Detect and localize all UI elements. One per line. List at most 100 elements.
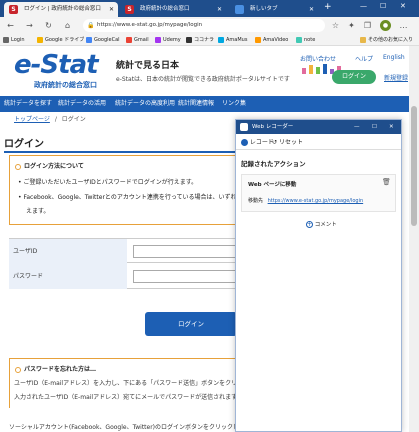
bookmarks-bar: Login Google ドライブ GoogleCal Gmail Udemy … xyxy=(0,34,419,46)
bookmark-note[interactable]: note xyxy=(296,35,315,45)
bookmark-login[interactable]: Login xyxy=(3,35,25,45)
close-tab-icon[interactable]: ✕ xyxy=(217,2,222,17)
trash-icon[interactable]: 🗑 xyxy=(382,178,391,186)
english-link[interactable]: English xyxy=(383,54,405,61)
tab-estat[interactable]: S 政府統計の総合窓口 ✕ xyxy=(120,2,226,17)
header-login-button[interactable]: ログイン xyxy=(332,70,376,84)
more-menu-icon[interactable]: … xyxy=(398,20,409,31)
recorded-action-card[interactable]: Web ページに移動 🗑 移動先 https://www.e-stat.go.j… xyxy=(241,174,396,212)
video-icon xyxy=(255,37,261,43)
bookmark-other-folder[interactable]: その他のお気に入り xyxy=(360,35,413,45)
tab-new[interactable]: 新しいタブ ✕ xyxy=(230,2,318,17)
forward-arrow-icon[interactable]: → xyxy=(24,20,35,31)
record-dot-icon xyxy=(241,139,248,146)
breadcrumb-separator: / xyxy=(54,116,57,123)
login-method-title: ログイン方法について xyxy=(15,161,84,170)
bookmark-gmail[interactable]: Gmail xyxy=(126,35,149,45)
title-underline xyxy=(4,151,236,153)
profile-avatar-icon[interactable]: ● xyxy=(380,20,391,31)
bookmark-coconala[interactable]: ココナラ xyxy=(186,35,214,45)
maximize-icon[interactable]: ☐ xyxy=(380,2,386,10)
site-header: e-Stat 政府統計の総合窓口 統計で見る日本 e-Statは、日本の統計が閲… xyxy=(0,46,419,96)
breadcrumb-home-link[interactable]: トップページ xyxy=(14,116,50,123)
bookmark-amavideo[interactable]: AmaVideo xyxy=(255,35,288,45)
minimize-icon[interactable]: — xyxy=(360,2,367,10)
estat-favicon-icon: S xyxy=(125,5,134,14)
userid-row: ユーザID xyxy=(9,238,243,264)
plus-circle-icon: + xyxy=(306,221,313,228)
circle-bullet-icon xyxy=(15,163,21,170)
collections-icon[interactable]: ❐ xyxy=(362,20,373,31)
login-submit-button[interactable]: ログイン xyxy=(145,312,237,336)
page-title: ログイン xyxy=(4,139,44,150)
reload-icon[interactable]: ↻ xyxy=(43,20,54,31)
breadcrumb: トップページ / ログイン xyxy=(14,114,86,123)
close-tab-icon[interactable]: ✕ xyxy=(109,2,114,17)
nav-item-search[interactable]: 統計データを探す xyxy=(4,96,52,112)
recorder-toolbar: レコード ↺ リセット xyxy=(236,134,401,150)
reset-button[interactable]: ↺ リセット xyxy=(272,137,303,146)
scrollbar-thumb[interactable] xyxy=(411,106,417,226)
calendar-icon xyxy=(86,37,92,43)
mail-icon xyxy=(126,37,132,43)
estat-logo[interactable]: e-Stat xyxy=(14,50,99,80)
recorder-minimize-icon[interactable]: — xyxy=(354,120,360,134)
tab-login[interactable]: S ログイン | 政府統計の総合窓口 ✕ xyxy=(4,2,118,17)
new-tab-favicon-icon xyxy=(235,5,244,14)
recorder-title: Web レコーダー xyxy=(252,124,294,130)
bookmark-udemy[interactable]: Udemy xyxy=(155,35,181,45)
window-close-icon[interactable]: ✕ xyxy=(400,2,406,10)
tab-label: ログイン | 政府統計の総合窓口 xyxy=(24,6,101,12)
music-icon xyxy=(218,37,224,43)
add-comment-button[interactable]: + コメント xyxy=(306,220,337,228)
page-icon xyxy=(3,37,9,43)
method-bullet-2-cont: えます。 xyxy=(26,208,50,215)
note-icon xyxy=(296,37,302,43)
recorder-app-icon xyxy=(240,123,248,131)
bookmark-google-drive[interactable]: Google ドライブ xyxy=(37,35,84,45)
home-icon[interactable]: ⌂ xyxy=(62,20,73,31)
extensions-icon[interactable]: ✦ xyxy=(346,20,357,31)
recorder-close-icon[interactable]: ✕ xyxy=(389,120,394,134)
estat-favicon-icon: S xyxy=(9,5,18,14)
recorder-titlebar: Web レコーダー — ☐ ✕ xyxy=(236,120,401,134)
page-scrollbar[interactable] xyxy=(409,46,419,432)
new-tab-plus-icon[interactable]: + xyxy=(324,2,332,12)
favorite-star-icon[interactable]: ☆ xyxy=(330,20,341,31)
nav-item-advanced[interactable]: 統計データの高度利用 xyxy=(115,96,175,112)
close-tab-icon[interactable]: ✕ xyxy=(309,2,314,17)
help-link[interactable]: ヘルプ xyxy=(355,54,373,63)
forgot-text-1: ユーザID（E-mailアドレス）を入力し、下にある「パスワード送信」ボタンをク… xyxy=(14,380,244,387)
folder-icon xyxy=(360,37,366,43)
nav-item-related[interactable]: 統計関連情報 xyxy=(178,96,214,112)
tab-label: 政府統計の総合窓口 xyxy=(140,6,190,12)
record-button[interactable]: レコード xyxy=(241,137,274,146)
action-key: 移動先 xyxy=(248,198,264,204)
forgot-password-title: パスワードを忘れた方は… xyxy=(15,364,96,373)
recorder-maximize-icon[interactable]: ☐ xyxy=(372,120,377,134)
userid-input[interactable] xyxy=(133,245,243,258)
bookmark-amamus[interactable]: AmaMus xyxy=(218,35,247,45)
action-url-link[interactable]: https://www.e-stat.go.jp/mypage/login xyxy=(268,198,364,204)
back-arrow-icon[interactable]: ← xyxy=(5,20,16,31)
contact-link[interactable]: お問い合わせ xyxy=(300,54,336,63)
breadcrumb-current: ログイン xyxy=(61,116,86,123)
tagline-title: 統計で見る日本 xyxy=(116,61,180,71)
circle-bullet-icon xyxy=(15,366,21,373)
address-bar: ← → ↻ ⌂ 🔒 https://www.e-stat.go.jp/mypag… xyxy=(0,17,419,34)
bookmark-googlecal[interactable]: GoogleCal xyxy=(86,35,120,45)
browser-tab-strip: S ログイン | 政府統計の総合窓口 ✕ S 政府統計の総合窓口 ✕ 新しいタブ… xyxy=(0,0,419,17)
nav-item-links[interactable]: リンク集 xyxy=(222,96,246,112)
tab-label: 新しいタブ xyxy=(250,6,278,12)
register-link[interactable]: 新規登録 xyxy=(384,73,408,82)
url-input[interactable]: 🔒 https://www.e-stat.go.jp/mypage/login xyxy=(83,19,325,32)
nav-item-use[interactable]: 統計データの活用 xyxy=(58,96,106,112)
main-nav: 統計データを探す 統計データの活用 統計データの高度利用 統計関連情報 リンク集 xyxy=(0,96,419,112)
password-input[interactable] xyxy=(133,270,243,283)
password-label: パスワード xyxy=(9,264,127,289)
url-text: https://www.e-stat.go.jp/mypage/login xyxy=(97,22,203,28)
web-recorder-panel: Web レコーダー — ☐ ✕ レコード ↺ リセット 記録されたアクション W… xyxy=(235,119,402,432)
login-method-box: ログイン方法について • ご登録いただいたユーザIDとパスワードでログインが行え… xyxy=(9,155,237,225)
social-text: ソーシャルアカウント(Facebook、Google、Twitter)のログイン… xyxy=(9,424,240,431)
reset-arrow-icon: ↺ xyxy=(272,139,278,146)
